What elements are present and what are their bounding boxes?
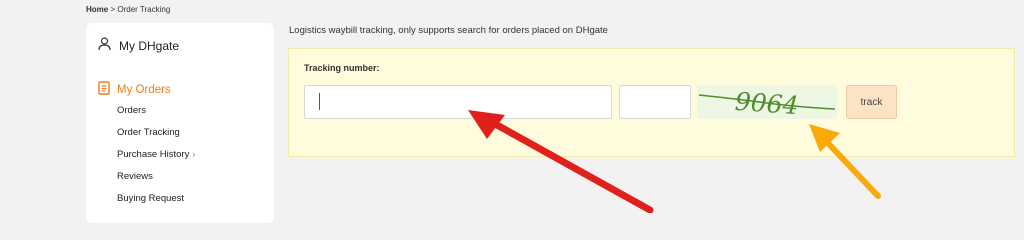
sidebar-item-order-tracking[interactable]: Order Tracking [117, 127, 180, 138]
captcha-input[interactable] [619, 85, 691, 119]
tracking-number-input[interactable] [304, 85, 612, 119]
captcha-image[interactable]: 9064 [697, 85, 837, 120]
sidebar-item-purchase-history-label: Purchase History [117, 149, 190, 160]
sidebar-my-dhgate[interactable]: My DHgate [98, 37, 179, 54]
sidebar-my-orders[interactable]: My Orders [98, 81, 171, 98]
sidebar-my-orders-label: My Orders [117, 83, 171, 96]
breadcrumb-separator: > [108, 5, 118, 14]
chevron-right-icon: › [192, 149, 196, 159]
tracking-number-label: Tracking number: [304, 63, 380, 73]
sidebar-item-purchase-history[interactable]: Purchase History › [117, 149, 195, 160]
sidebar-my-dhgate-label: My DHgate [119, 38, 180, 53]
user-icon [98, 37, 111, 54]
tracking-panel: Tracking number: 9064 track [288, 48, 1015, 157]
breadcrumb-home[interactable]: Home [86, 5, 108, 14]
breadcrumb: Home > Order Tracking [86, 5, 170, 14]
sidebar-item-orders[interactable]: Orders [117, 105, 146, 116]
sidebar-item-reviews[interactable]: Reviews [117, 171, 153, 182]
track-button[interactable]: track [846, 85, 897, 119]
sidebar: My DHgate My Orders Orders Order Trackin… [86, 23, 274, 223]
document-icon [98, 81, 110, 98]
breadcrumb-current: Order Tracking [117, 5, 171, 14]
page-description: Logistics waybill tracking, only support… [289, 25, 608, 36]
sidebar-item-buying-request[interactable]: Buying Request [117, 193, 184, 204]
text-cursor [319, 93, 320, 110]
